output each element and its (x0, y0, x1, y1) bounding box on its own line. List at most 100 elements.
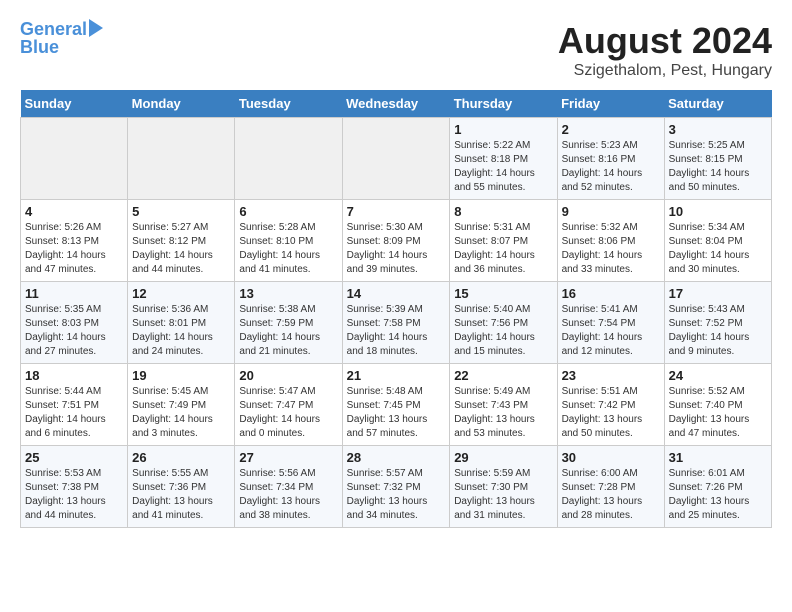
calendar-cell: 4 Sunrise: 5:26 AM Sunset: 8:13 PM Daylig… (21, 200, 128, 282)
day-info: Sunrise: 5:27 AM Sunset: 8:12 PM Dayligh… (132, 221, 230, 277)
day-number: 30 (562, 450, 660, 465)
calendar-cell (342, 118, 450, 200)
calendar-cell (21, 118, 128, 200)
calendar-cell: 28 Sunrise: 5:57 AM Sunset: 7:32 PM Dayli… (342, 446, 450, 528)
calendar-cell: 17Sunrise: 5:43 AM Sunset: 7:52 PM Dayli… (664, 282, 771, 364)
weekday-header-tuesday: Tuesday (235, 90, 342, 118)
day-info: Sunrise: 5:32 AM Sunset: 8:06 PM Dayligh… (562, 221, 660, 277)
calendar-cell: 7 Sunrise: 5:30 AM Sunset: 8:09 PM Daylig… (342, 200, 450, 282)
day-info: Sunrise: 5:26 AM Sunset: 8:13 PM Dayligh… (25, 221, 123, 277)
calendar-cell: 27 Sunrise: 5:56 AM Sunset: 7:34 PM Dayli… (235, 446, 342, 528)
day-number: 1 (454, 122, 552, 137)
calendar-cell: 20 Sunrise: 5:47 AM Sunset: 7:47 PM Dayli… (235, 364, 342, 446)
calendar-cell: 3 Sunrise: 5:25 AM Sunset: 8:15 PM Daylig… (664, 118, 771, 200)
day-number: 8 (454, 204, 552, 219)
day-number: 14 (347, 286, 446, 301)
day-number: 18 (25, 368, 123, 383)
day-info: Sunrise: 5:48 AM Sunset: 7:45 PM Dayligh… (347, 385, 446, 441)
calendar-cell: 26 Sunrise: 5:55 AM Sunset: 7:36 PM Dayli… (128, 446, 235, 528)
day-number: 27 (239, 450, 337, 465)
calendar-cell (235, 118, 342, 200)
day-number: 24 (669, 368, 767, 383)
calendar-cell: 5 Sunrise: 5:27 AM Sunset: 8:12 PM Daylig… (128, 200, 235, 282)
day-info: Sunrise: 5:55 AM Sunset: 7:36 PM Dayligh… (132, 467, 230, 523)
day-info: Sunrise: 5:44 AM Sunset: 7:51 PM Dayligh… (25, 385, 123, 441)
day-info: Sunrise: 5:40 AM Sunset: 7:56 PM Dayligh… (454, 303, 552, 359)
day-info: Sunrise: 5:47 AM Sunset: 7:47 PM Dayligh… (239, 385, 337, 441)
day-info: Sunrise: 5:41 AM Sunset: 7:54 PM Dayligh… (562, 303, 660, 359)
calendar-cell: 29 Sunrise: 5:59 AM Sunset: 7:30 PM Dayli… (450, 446, 557, 528)
calendar-cell: 23 Sunrise: 5:51 AM Sunset: 7:42 PM Dayli… (557, 364, 664, 446)
calendar-cell: 30 Sunrise: 6:00 AM Sunset: 7:28 PM Dayli… (557, 446, 664, 528)
logo: General Blue (20, 20, 103, 58)
weekday-header-thursday: Thursday (450, 90, 557, 118)
calendar-cell: 8 Sunrise: 5:31 AM Sunset: 8:07 PM Daylig… (450, 200, 557, 282)
day-info: Sunrise: 5:36 AM Sunset: 8:01 PM Dayligh… (132, 303, 230, 359)
day-number: 5 (132, 204, 230, 219)
day-info: Sunrise: 5:59 AM Sunset: 7:30 PM Dayligh… (454, 467, 552, 523)
day-info: Sunrise: 5:35 AM Sunset: 8:03 PM Dayligh… (25, 303, 123, 359)
weekday-header-sunday: Sunday (21, 90, 128, 118)
calendar-cell: 10 Sunrise: 5:34 AM Sunset: 8:04 PM Dayli… (664, 200, 771, 282)
day-info: Sunrise: 5:38 AM Sunset: 7:59 PM Dayligh… (239, 303, 337, 359)
day-number: 22 (454, 368, 552, 383)
calendar-cell: 16 Sunrise: 5:41 AM Sunset: 7:54 PM Dayli… (557, 282, 664, 364)
day-number: 26 (132, 450, 230, 465)
day-number: 23 (562, 368, 660, 383)
calendar-cell: 14 Sunrise: 5:39 AM Sunset: 7:58 PM Dayli… (342, 282, 450, 364)
calendar-cell: 9 Sunrise: 5:32 AM Sunset: 8:06 PM Daylig… (557, 200, 664, 282)
day-number: 11 (25, 286, 123, 301)
calendar-cell: 25 Sunrise: 5:53 AM Sunset: 7:38 PM Dayli… (21, 446, 128, 528)
day-info: Sunrise: 5:57 AM Sunset: 7:32 PM Dayligh… (347, 467, 446, 523)
day-number: 6 (239, 204, 337, 219)
calendar-cell (128, 118, 235, 200)
day-info: Sunrise: 5:56 AM Sunset: 7:34 PM Dayligh… (239, 467, 337, 523)
day-info: Sunrise: 5:43 AM Sunset: 7:52 PM Dayligh… (669, 303, 767, 359)
calendar-cell: 22 Sunrise: 5:49 AM Sunset: 7:43 PM Dayli… (450, 364, 557, 446)
day-number: 16 (562, 286, 660, 301)
calendar-cell: 13 Sunrise: 5:38 AM Sunset: 7:59 PM Dayli… (235, 282, 342, 364)
day-info: Sunrise: 5:28 AM Sunset: 8:10 PM Dayligh… (239, 221, 337, 277)
day-info: Sunrise: 5:49 AM Sunset: 7:43 PM Dayligh… (454, 385, 552, 441)
day-info: Sunrise: 5:30 AM Sunset: 8:09 PM Dayligh… (347, 221, 446, 277)
day-number: 20 (239, 368, 337, 383)
logo-arrow-icon (89, 19, 103, 37)
day-info: Sunrise: 5:25 AM Sunset: 8:15 PM Dayligh… (669, 139, 767, 195)
day-number: 19 (132, 368, 230, 383)
day-info: Sunrise: 6:00 AM Sunset: 7:28 PM Dayligh… (562, 467, 660, 523)
day-number: 13 (239, 286, 337, 301)
day-info: Sunrise: 5:34 AM Sunset: 8:04 PM Dayligh… (669, 221, 767, 277)
day-number: 10 (669, 204, 767, 219)
month-year-title: August 2024 (558, 20, 772, 62)
logo-text2: Blue (20, 38, 59, 58)
day-info: Sunrise: 5:31 AM Sunset: 8:07 PM Dayligh… (454, 221, 552, 277)
day-number: 3 (669, 122, 767, 137)
calendar-cell: 1 Sunrise: 5:22 AM Sunset: 8:18 PM Daylig… (450, 118, 557, 200)
page-header: General Blue August 2024 Szigethalom, Pe… (20, 20, 772, 80)
calendar-cell: 24 Sunrise: 5:52 AM Sunset: 7:40 PM Dayli… (664, 364, 771, 446)
weekday-header-saturday: Saturday (664, 90, 771, 118)
day-number: 2 (562, 122, 660, 137)
day-number: 9 (562, 204, 660, 219)
day-number: 12 (132, 286, 230, 301)
day-info: Sunrise: 5:51 AM Sunset: 7:42 PM Dayligh… (562, 385, 660, 441)
day-number: 15 (454, 286, 552, 301)
title-block: August 2024 Szigethalom, Pest, Hungary (558, 20, 772, 80)
day-number: 25 (25, 450, 123, 465)
day-number: 28 (347, 450, 446, 465)
calendar-cell: 31 Sunrise: 6:01 AM Sunset: 7:26 PM Dayli… (664, 446, 771, 528)
day-info: Sunrise: 6:01 AM Sunset: 7:26 PM Dayligh… (669, 467, 767, 523)
weekday-header-monday: Monday (128, 90, 235, 118)
day-number: 31 (669, 450, 767, 465)
day-number: 4 (25, 204, 123, 219)
weekday-header-friday: Friday (557, 90, 664, 118)
day-info: Sunrise: 5:52 AM Sunset: 7:40 PM Dayligh… (669, 385, 767, 441)
calendar-cell: 19Sunrise: 5:45 AM Sunset: 7:49 PM Dayli… (128, 364, 235, 446)
day-number: 29 (454, 450, 552, 465)
day-info: Sunrise: 5:53 AM Sunset: 7:38 PM Dayligh… (25, 467, 123, 523)
weekday-header-wednesday: Wednesday (342, 90, 450, 118)
day-number: 7 (347, 204, 446, 219)
day-info: Sunrise: 5:39 AM Sunset: 7:58 PM Dayligh… (347, 303, 446, 359)
day-info: Sunrise: 5:22 AM Sunset: 8:18 PM Dayligh… (454, 139, 552, 195)
calendar-cell: 12 Sunrise: 5:36 AM Sunset: 8:01 PM Dayli… (128, 282, 235, 364)
